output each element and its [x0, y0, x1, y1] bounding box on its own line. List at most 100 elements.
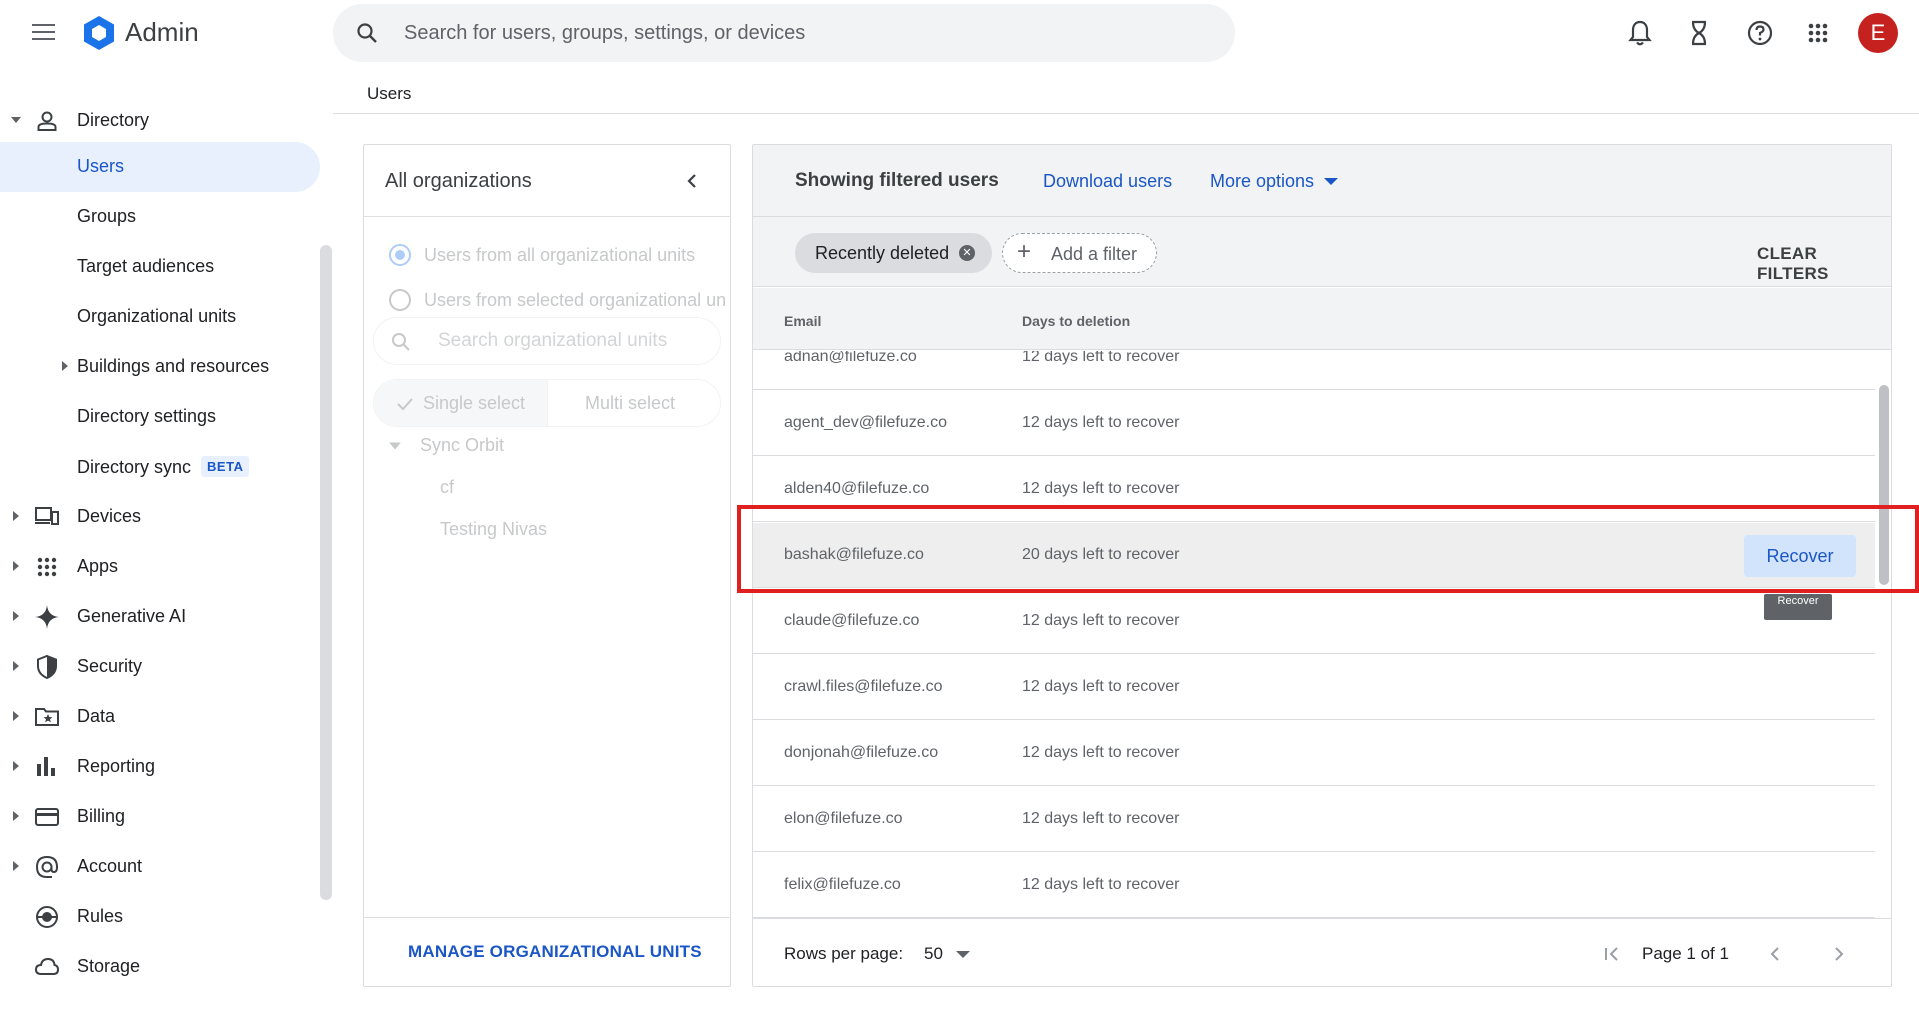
sidebar-item-label: Data: [77, 706, 116, 726]
sidebar-item-label: Devices: [77, 506, 142, 526]
table-row[interactable]: bashak@filefuze.co 20 days left to recov…: [753, 523, 1875, 588]
sidebar-item-reporting[interactable]: Reporting: [0, 742, 320, 792]
sparkle-icon: [35, 605, 59, 629]
sidebar-item-users[interactable]: Users: [0, 142, 320, 192]
apps-grid-icon[interactable]: [1800, 15, 1836, 51]
chevron-left-icon[interactable]: [680, 169, 704, 193]
sidebar-item-devices[interactable]: Devices: [0, 492, 320, 542]
at-sign-icon: [35, 855, 59, 878]
download-users-link[interactable]: Download users: [1043, 171, 1172, 192]
menu-icon[interactable]: [26, 18, 55, 46]
sidebar-item-label: Buildings and resources: [77, 356, 270, 376]
table-row[interactable]: donjonah@filefuze.co 12 days left to rec…: [753, 721, 1875, 786]
global-search[interactable]: [333, 4, 1235, 62]
table-row[interactable]: claude@filefuze.co 12 days left to recov…: [753, 589, 1875, 654]
sidebar-item-label: Reporting: [77, 756, 156, 776]
clear-filters-button[interactable]: CLEAR FILTERS: [1757, 244, 1891, 284]
user-email: donjonah@filefuze.co: [784, 744, 939, 761]
caret-down-icon[interactable]: [956, 951, 970, 958]
user-email: crawl.files@filefuze.co: [784, 678, 943, 695]
caret-right-icon: [13, 511, 19, 521]
bell-icon[interactable]: [1622, 15, 1658, 51]
sidebar-item-apps[interactable]: Apps: [0, 542, 320, 592]
sidebar-item-directory[interactable]: Directory: [0, 96, 320, 146]
sidebar-item-generative-ai[interactable]: Generative AI: [0, 592, 320, 642]
help-icon[interactable]: [1742, 15, 1778, 51]
tree-node-sync-orbit: Sync Orbit: [420, 435, 505, 455]
hourglass-icon[interactable]: [1681, 15, 1717, 51]
table-row[interactable]: crawl.files@filefuze.co 12 days left to …: [753, 655, 1875, 720]
sidebar-item-directory-settings[interactable]: Directory settings: [0, 392, 320, 442]
table-row[interactable]: alden40@filefuze.co 12 days left to reco…: [753, 457, 1875, 522]
sidebar-item-label: Billing: [77, 806, 126, 826]
sidebar-item-organizational-units[interactable]: Organizational units: [0, 292, 320, 342]
tree-node-testing-nivas: Testing Nivas: [440, 519, 548, 539]
cloud-icon: [34, 957, 60, 975]
sidebar-item-label: Target audiences: [77, 256, 215, 276]
days-to-deletion: 12 days left to recover: [1022, 876, 1180, 893]
search-input[interactable]: [404, 18, 1204, 48]
sidebar-item-target-audiences[interactable]: Target audiences: [0, 242, 320, 292]
scrollbar-thumb[interactable]: [1879, 385, 1889, 585]
filter-chip-recently-deleted[interactable]: Recently deleted ✕: [795, 233, 992, 273]
org-search-placeholder: Search organizational units: [438, 330, 668, 351]
app-title[interactable]: Admin: [125, 17, 199, 48]
sidebar-item-data[interactable]: Data: [0, 692, 320, 742]
search-icon: [392, 333, 410, 351]
table-row[interactable]: elon@filefuze.co 12 days left to recover: [753, 787, 1875, 852]
recover-button[interactable]: Recover: [1744, 535, 1856, 577]
devices-icon: [35, 507, 59, 525]
sidebar-item-label: Directory settings: [77, 406, 217, 426]
single-select-label: Single select: [423, 393, 526, 413]
chevron-right-icon[interactable]: [1828, 943, 1850, 965]
sidebar-item-groups[interactable]: Groups: [0, 192, 320, 242]
days-to-deletion: 12 days left to recover: [1022, 678, 1180, 695]
column-header-email[interactable]: Email: [784, 313, 821, 329]
caret-right-icon: [13, 711, 19, 721]
sidebar-item-buildings-and-resources[interactable]: Buildings and resources: [0, 342, 320, 392]
caret-right-icon: [13, 861, 19, 871]
sidebar-item-account[interactable]: Account: [0, 842, 320, 892]
credit-card-icon: [35, 808, 59, 826]
sidebar-item-label: Rules: [77, 906, 124, 926]
single-select-option: Single select: [374, 380, 548, 426]
manage-org-units-link[interactable]: MANAGE ORGANIZATIONAL UNITS: [408, 942, 702, 962]
caret-down-icon: [389, 442, 401, 450]
person-icon: [37, 111, 57, 131]
sidebar-scrollbar[interactable]: [320, 245, 332, 900]
check-icon: [397, 398, 413, 411]
table-row[interactable]: adnan@filefuze.co 12 days left to recove…: [753, 351, 1875, 390]
sidebar-item-security[interactable]: Security: [0, 642, 320, 692]
multi-select-option: Multi select: [549, 380, 720, 426]
more-options-button[interactable]: More options: [1210, 171, 1314, 192]
days-to-deletion: 12 days left to recover: [1022, 810, 1180, 827]
close-icon[interactable]: ✕: [959, 245, 975, 261]
rules-icon: [36, 906, 58, 928]
sidebar-item-label: Account: [77, 856, 143, 876]
user-email: elon@filefuze.co: [784, 810, 903, 827]
table-row[interactable]: felix@filefuze.co 12 days left to recove…: [753, 853, 1875, 918]
column-header-days[interactable]: Days to deletion: [1022, 313, 1130, 329]
table-row[interactable]: agent_dev@filefuze.co 12 days left to re…: [753, 391, 1875, 456]
chevron-left-icon[interactable]: [1764, 943, 1786, 965]
user-email: alden40@filefuze.co: [784, 480, 930, 497]
select-mode-toggle: Single select Multi select: [373, 379, 721, 427]
sidebar-item-storage[interactable]: Storage: [0, 942, 320, 992]
days-to-deletion: 12 days left to recover: [1022, 612, 1180, 629]
add-filter-button[interactable]: + Add a filter: [1002, 233, 1157, 273]
caret-down-icon[interactable]: [1324, 178, 1338, 185]
user-email: felix@filefuze.co: [784, 876, 901, 893]
rows-per-page-select[interactable]: 50: [924, 944, 943, 964]
admin-logo[interactable]: [80, 14, 118, 52]
radio-label: Users from all organizational units: [424, 245, 696, 265]
user-email: claude@filefuze.co: [784, 612, 920, 629]
sidebar-item-label: Generative AI: [77, 606, 187, 626]
sidebar-item-label: Storage: [77, 956, 141, 976]
sidebar-item-billing[interactable]: Billing: [0, 792, 320, 842]
sidebar-item-label: Organizational units: [77, 306, 237, 326]
table-scrollbar[interactable]: [1879, 385, 1889, 918]
sidebar-item-directory-sync[interactable]: Directory sync BETA: [0, 442, 320, 492]
first-page-icon[interactable]: [1602, 943, 1624, 965]
sidebar-item-rules[interactable]: Rules: [0, 892, 320, 942]
avatar[interactable]: E: [1858, 13, 1898, 53]
